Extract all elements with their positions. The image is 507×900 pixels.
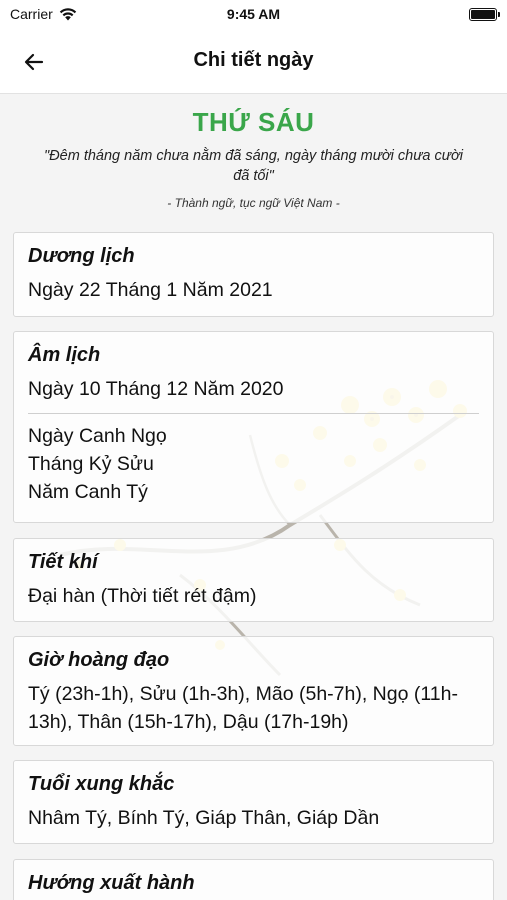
weekday-heading: THỨ SÁU: [192, 107, 315, 137]
lunar-month-name: Tháng Kỷ Sửu: [28, 453, 154, 475]
proverb-quote: "Đêm tháng năm chưa nằm đã sáng, ngày th…: [44, 148, 463, 184]
back-button[interactable]: [16, 44, 52, 80]
auspicious-hours-value: Tý (23h-1h), Sửu (1h-3h), Mão (5h-7h), N…: [28, 683, 458, 733]
card-title: Tiết khí: [28, 551, 98, 573]
travel-direction-card: Hướng xuất hành: [13, 859, 494, 900]
day-detail-content[interactable]: THỨ SÁU "Đêm tháng năm chưa nằm đã sáng,…: [0, 95, 507, 900]
arrow-left-icon: [24, 53, 44, 71]
conflicting-ages-value: Nhâm Tý, Bính Tý, Giáp Thân, Giáp Dần: [28, 807, 380, 829]
solar-date-card: Dương lịch Ngày 22 Tháng 1 Năm 2021: [13, 232, 494, 317]
solar-date-value: Ngày 22 Tháng 1 Năm 2021: [28, 279, 273, 301]
card-title: Tuổi xung khắc: [28, 773, 175, 795]
lunar-date-value: Ngày 10 Tháng 12 Năm 2020: [28, 378, 284, 400]
divider: [28, 413, 479, 414]
proverb-source: - Thành ngữ, tục ngữ Việt Nam -: [167, 196, 340, 210]
card-title: Giờ hoàng đạo: [28, 649, 170, 671]
nav-bar: Chi tiết ngày: [0, 28, 507, 94]
card-title: Hướng xuất hành: [28, 872, 195, 894]
status-time: 9:45 AM: [226, 6, 281, 22]
auspicious-hours-card: Giờ hoàng đạo Tý (23h-1h), Sửu (1h-3h), …: [13, 636, 494, 746]
lunar-date-card: Âm lịch Ngày 10 Tháng 12 Năm 2020 Ngày C…: [13, 331, 494, 523]
lunar-year-name: Năm Canh Tý: [28, 481, 148, 503]
lunar-day-name: Ngày Canh Ngọ: [28, 425, 167, 447]
solar-term-value: Đại hàn (Thời tiết rét đậm): [28, 585, 257, 607]
card-title: Âm lịch: [28, 344, 101, 366]
card-title: Dương lịch: [28, 245, 135, 267]
solar-term-card: Tiết khí Đại hàn (Thời tiết rét đậm): [13, 538, 494, 622]
page-title: Chi tiết ngày: [193, 49, 314, 71]
battery-icon: [469, 7, 500, 21]
conflicting-ages-card: Tuổi xung khắc Nhâm Tý, Bính Tý, Giáp Th…: [13, 760, 494, 844]
status-bar: Carrier 9:45 AM: [0, 0, 507, 28]
